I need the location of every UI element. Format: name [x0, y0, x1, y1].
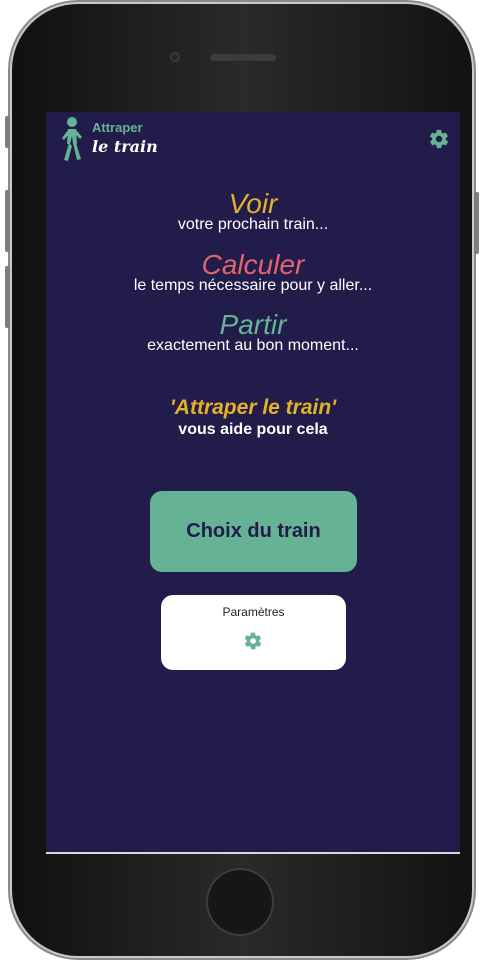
gear-icon: [244, 632, 262, 650]
tagline-calculer: Calculer le temps nécessaire pour y alle…: [46, 251, 460, 295]
walking-person-icon: [62, 117, 82, 161]
slogan-title: 'Attraper le train': [169, 396, 337, 419]
tagline-subtext: votre prochain train...: [177, 216, 329, 233]
tagline-voir: Voir votre prochain train...: [46, 190, 460, 234]
tagline-subtext: le temps nécessaire pour y aller...: [133, 277, 373, 294]
home-button[interactable]: [208, 870, 272, 934]
choose-train-button[interactable]: Choix du train: [150, 491, 357, 572]
logo-title-line2: le train: [92, 137, 158, 156]
front-camera: [170, 52, 180, 62]
silent-switch: [5, 116, 10, 148]
logo-title-line1: Attraper: [92, 120, 143, 135]
tagline-subtext: exactement au bon moment...: [147, 337, 359, 354]
volume-down-button: [5, 266, 10, 328]
slogan-subtitle: vous aide pour cela: [178, 421, 328, 438]
settings-label: Paramètres: [222, 605, 285, 619]
tagline-word: Calculer: [201, 249, 305, 280]
settings-button[interactable]: Paramètres: [161, 595, 346, 670]
app-header: Attraper le train: [46, 112, 460, 172]
earpiece-speaker: [210, 54, 276, 61]
tagline-word: Partir: [219, 309, 287, 340]
tagline-word: Voir: [228, 188, 278, 219]
volume-up-button: [5, 190, 10, 252]
app-screen: Attraper le train Voir votre prochain tr…: [46, 112, 460, 854]
slogan: 'Attraper le train' vous aide pour cela: [46, 396, 460, 440]
tagline-partir: Partir exactement au bon moment...: [46, 311, 460, 355]
phone-frame: Attraper le train Voir votre prochain tr…: [5, 4, 479, 956]
gear-icon[interactable]: [428, 128, 450, 150]
power-button: [474, 192, 479, 254]
